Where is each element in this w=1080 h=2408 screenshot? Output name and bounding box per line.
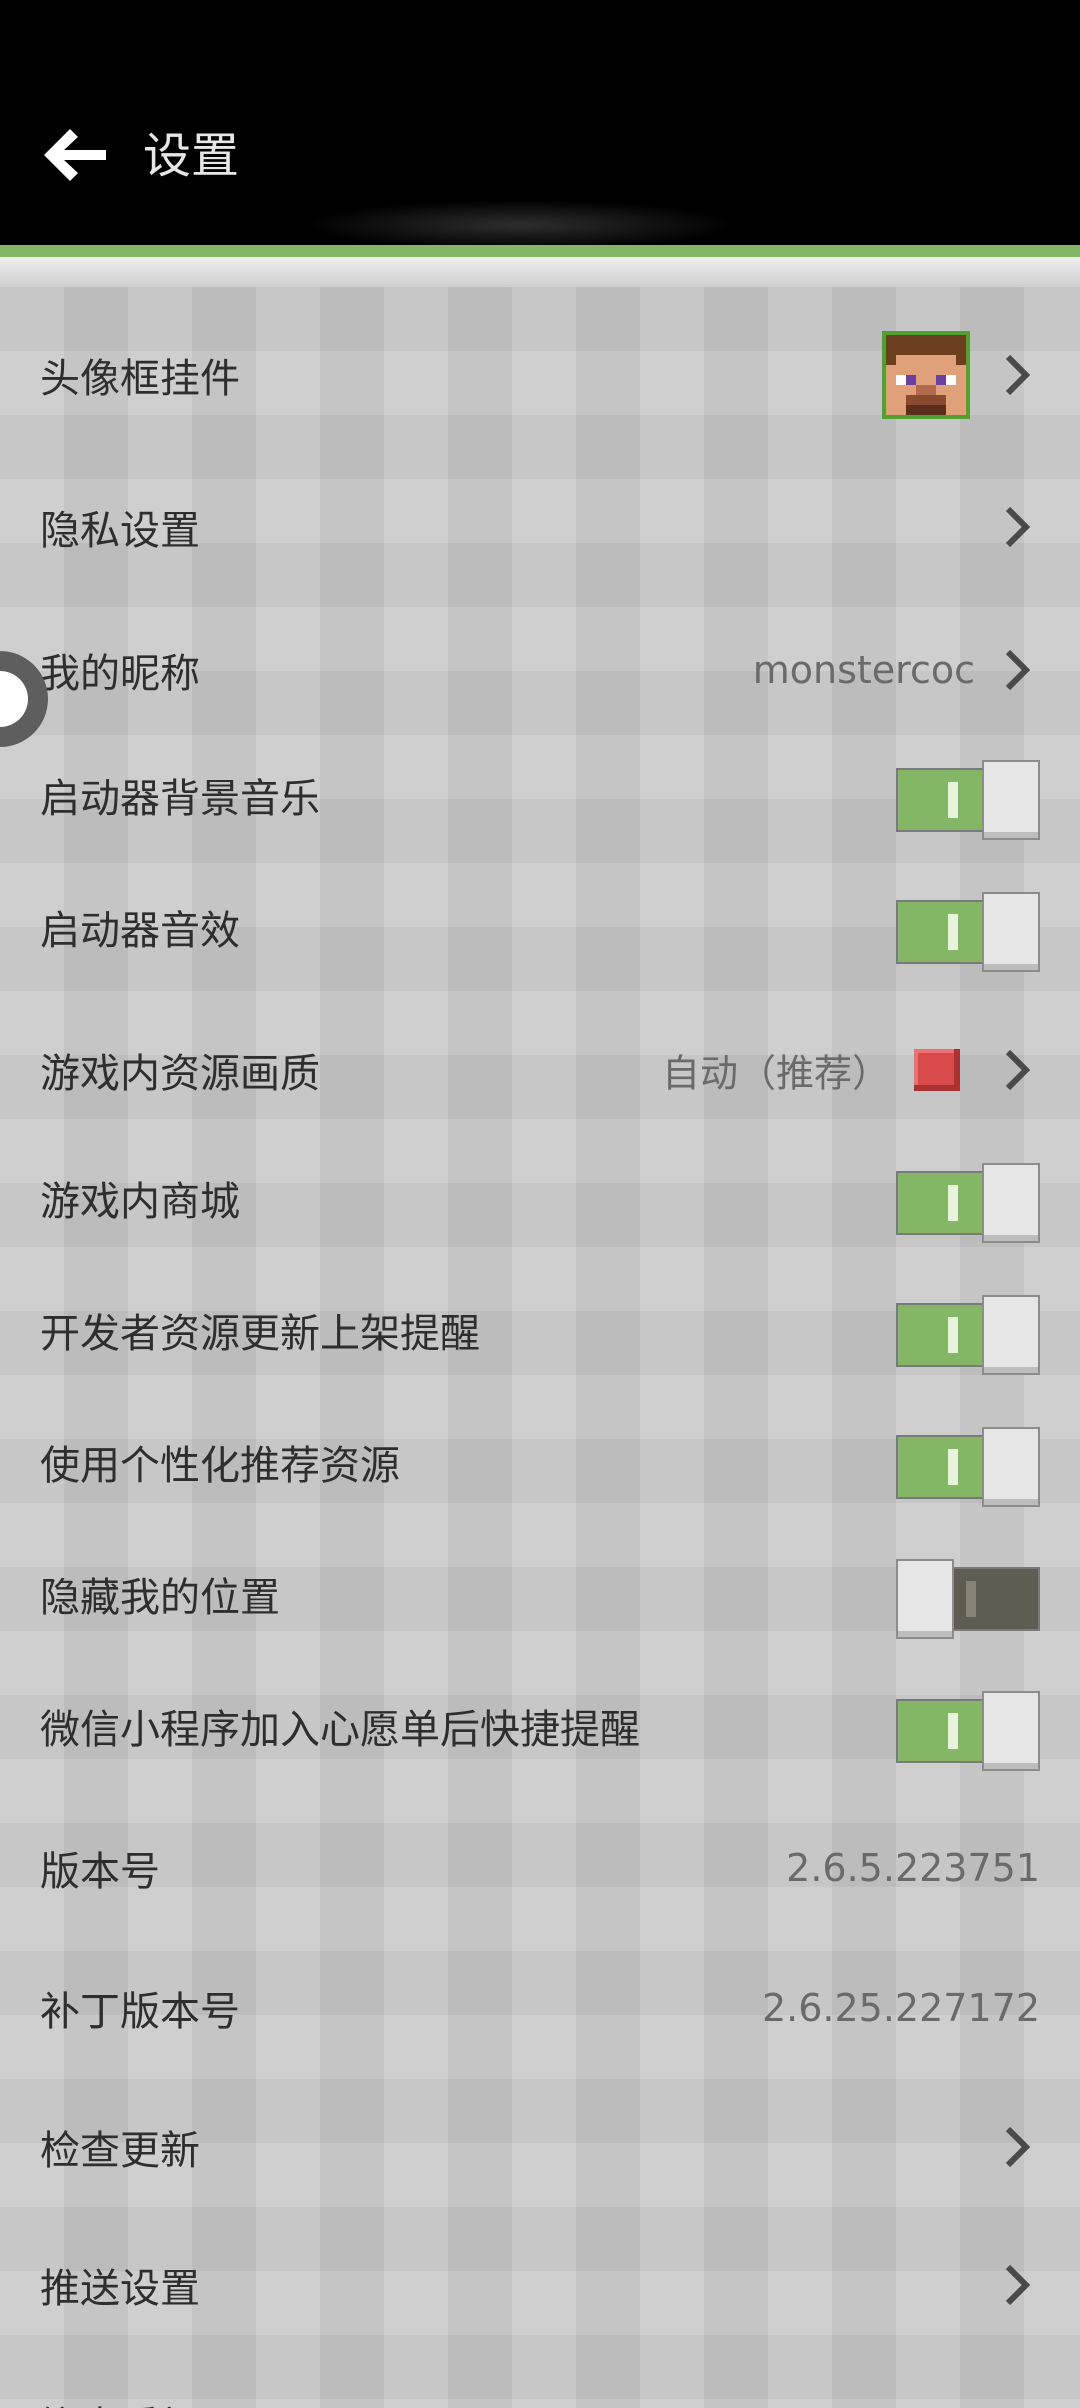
toggle-on-mark xyxy=(948,1449,958,1485)
patch-version-value: 2.6.25.227172 xyxy=(761,1986,1040,2030)
chevron-right-icon xyxy=(1005,354,1031,395)
setting-label: 头像框挂件 xyxy=(40,355,240,402)
back-button[interactable] xyxy=(30,115,120,195)
version-value: 2.6.5.223751 xyxy=(786,1846,1040,1890)
personalized-toggle[interactable] xyxy=(896,1417,1040,1507)
toggle-knob xyxy=(896,1559,954,1639)
setting-bg-music[interactable]: 启动器背景音乐 xyxy=(0,730,1080,860)
toggle-on-mark xyxy=(948,1185,958,1221)
dev-reminder-toggle[interactable] xyxy=(896,1285,1040,1375)
setting-version: 版本号 2.6.5.223751 xyxy=(0,1803,1080,1933)
sound-fx-toggle[interactable] xyxy=(896,882,1040,972)
chevron-right-icon xyxy=(1005,506,1031,548)
setting-quality[interactable]: 游戏内资源画质 自动（推荐） xyxy=(0,1005,1080,1135)
setting-label: 补丁版本号 xyxy=(40,1989,240,2035)
setting-label: 版本号 xyxy=(40,1849,160,1895)
header-shadow xyxy=(0,257,1080,287)
back-arrow-icon xyxy=(44,129,106,181)
chevron-right-icon xyxy=(1005,2126,1031,2168)
toggle-on-mark xyxy=(948,914,958,950)
setting-label: 启动器音效 xyxy=(40,908,240,954)
setting-wechat-reminder[interactable]: 微信小程序加入心愿单后快捷提醒 xyxy=(0,1661,1080,1791)
app-header: 设置 xyxy=(0,0,1080,250)
wechat-reminder-toggle[interactable] xyxy=(896,1681,1040,1771)
setting-label: 启动器背景音乐 xyxy=(40,776,320,822)
toggle-knob xyxy=(982,1427,1040,1507)
setting-check-update[interactable]: 检查更新 xyxy=(0,2082,1080,2212)
toggle-knob xyxy=(982,1691,1040,1771)
hide-location-toggle[interactable] xyxy=(896,1549,1040,1639)
toggle-knob xyxy=(982,892,1040,972)
toggle-knob xyxy=(982,1295,1040,1375)
toggle-on-mark xyxy=(948,1713,958,1749)
setting-label: 推送设置 xyxy=(40,2266,200,2312)
quality-swatch xyxy=(914,1049,960,1091)
chevron-right-icon xyxy=(1005,649,1031,691)
setting-avatar-frame[interactable]: 头像框挂件 xyxy=(0,287,1080,462)
floating-dot-inner xyxy=(0,671,28,727)
setting-sound-fx[interactable]: 启动器音效 xyxy=(0,862,1080,992)
setting-patch-version: 补丁版本号 2.6.25.227172 xyxy=(0,1943,1080,2073)
setting-label: 微信小程序加入心愿单后快捷提醒 xyxy=(40,1707,640,1753)
avatar-frame-preview xyxy=(882,330,970,419)
setting-push[interactable]: 推送设置 xyxy=(0,2220,1080,2350)
setting-label: 游戏内商城 xyxy=(40,1179,240,1225)
bg-music-toggle[interactable] xyxy=(896,750,1040,840)
toggle-on-mark xyxy=(948,1317,958,1353)
toggle-knob xyxy=(982,1163,1040,1243)
toggle-knob xyxy=(982,760,1040,840)
nickname-value: monstercoc xyxy=(752,648,975,692)
chevron-right-icon xyxy=(1005,2264,1031,2306)
setting-label: 我的昵称 xyxy=(40,651,200,697)
setting-personalized[interactable]: 使用个性化推荐资源 xyxy=(0,1397,1080,1527)
toggle-on-mark xyxy=(948,782,958,818)
setting-hide-location[interactable]: 隐藏我的位置 xyxy=(0,1529,1080,1659)
store-toggle[interactable] xyxy=(896,1153,1040,1243)
chevron-right-icon xyxy=(1005,1049,1031,1091)
setting-label: 游戏内资源画质 xyxy=(40,1051,320,1097)
setting-privacy[interactable]: 隐私设置 xyxy=(0,462,1080,592)
setting-nickname[interactable]: 我的昵称 monstercoc xyxy=(0,605,1080,735)
header-accent-line xyxy=(0,245,1080,257)
setting-next-item[interactable]: 锻查看加是 xyxy=(0,2365,1080,2408)
setting-label: 隐私设置 xyxy=(40,508,200,554)
setting-label: 使用个性化推荐资源 xyxy=(40,1443,400,1489)
setting-dev-reminder[interactable]: 开发者资源更新上架提醒 xyxy=(0,1265,1080,1395)
page-title: 设置 xyxy=(143,128,240,184)
quality-value: 自动（推荐） xyxy=(661,1051,890,1096)
avatar-icon xyxy=(886,334,966,415)
setting-label: 检查更新 xyxy=(40,2128,200,2174)
setting-label: 开发者资源更新上架提醒 xyxy=(40,1311,480,1357)
header-glow xyxy=(300,200,740,250)
setting-store[interactable]: 游戏内商城 xyxy=(0,1133,1080,1263)
toggle-off-mark xyxy=(966,1581,976,1617)
setting-label: 隐藏我的位置 xyxy=(40,1575,280,1621)
setting-label: 锻查看加是 xyxy=(40,2394,240,2408)
